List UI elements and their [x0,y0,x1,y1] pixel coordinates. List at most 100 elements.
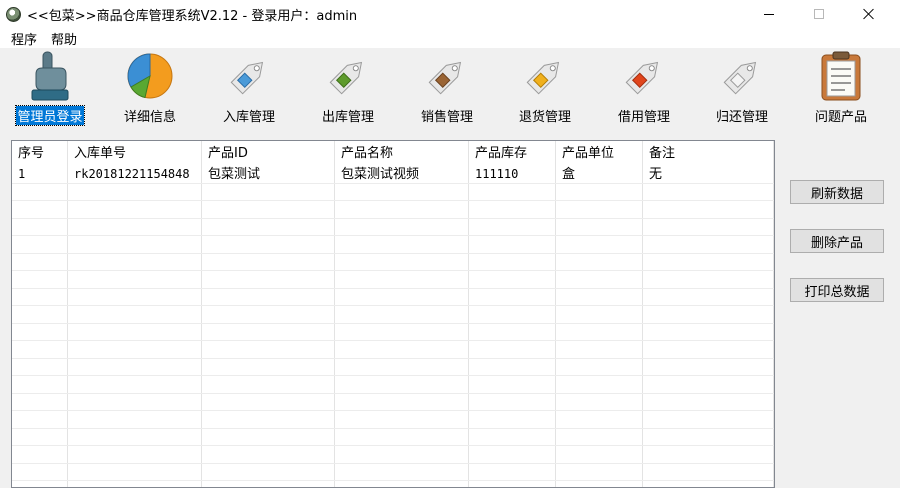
empty-table-cell [335,446,469,463]
empty-table-cell [12,428,68,445]
app-icon [6,7,21,22]
empty-table-cell [68,463,202,480]
empty-table-cell [643,236,774,253]
column-header[interactable]: 备注 [643,141,774,166]
toolbar-sales[interactable]: 销售管理 [402,50,492,126]
empty-table-cell [202,218,335,235]
empty-table-cell [202,428,335,445]
print-all-data-button[interactable]: 打印总数据 [790,278,884,302]
empty-table-cell [469,411,556,428]
empty-table-cell [68,201,202,218]
empty-table-cell [556,271,643,288]
empty-table-cell [643,463,774,480]
empty-table-cell [643,358,774,375]
refresh-data-button[interactable]: 刷新数据 [790,180,884,204]
minimize-button[interactable] [746,0,792,28]
menu-bar: 程序 帮助 [0,28,900,48]
empty-table-cell [202,253,335,270]
empty-table-cell [556,236,643,253]
toolbar-label: 借用管理 [617,110,670,125]
empty-table-cell [68,446,202,463]
toolbar-label: 问题产品 [814,110,867,125]
toolbar-outbound[interactable]: 出库管理 [303,50,393,126]
empty-table-cell [469,236,556,253]
empty-table-cell [556,218,643,235]
column-header[interactable]: 产品ID [202,141,335,166]
empty-table-cell [643,428,774,445]
toolbar-giveback[interactable]: 归还管理 [697,50,787,126]
empty-table-cell [68,481,202,487]
empty-table-cell [12,271,68,288]
empty-table-cell [202,236,335,253]
empty-table-cell [643,411,774,428]
empty-table-cell [202,358,335,375]
empty-table-cell [335,201,469,218]
empty-table-cell [202,306,335,323]
toolbar-returns[interactable]: 退货管理 [500,50,590,126]
empty-table-cell [202,288,335,305]
empty-table-cell [12,183,68,200]
empty-table-cell [643,306,774,323]
table-cell: 盒 [556,166,643,183]
toolbar: 管理员登录 详细信息 入库管理 出库管理 销售管理 退货管理 借用管理 归还管理… [0,48,900,132]
empty-table-cell [202,341,335,358]
empty-table-cell [12,341,68,358]
empty-table-cell [643,481,774,487]
empty-table-cell [12,446,68,463]
tag-green-icon [322,50,374,102]
menu-item-help[interactable]: 帮助 [44,29,84,48]
empty-table-cell [12,236,68,253]
toolbar-inbound[interactable]: 入库管理 [204,50,294,126]
empty-table-cell [68,183,202,200]
tag-yellow-icon [519,50,571,102]
maximize-icon [814,9,824,19]
column-header[interactable]: 产品库存 [469,141,556,166]
toolbar-label: 归还管理 [715,110,768,125]
toolbar-borrow[interactable]: 借用管理 [599,50,689,126]
empty-table-cell [556,376,643,393]
column-header[interactable]: 产品单位 [556,141,643,166]
empty-table-cell [202,481,335,487]
empty-table-cell [335,288,469,305]
table-row[interactable]: 1 rk20181221154848 包菜测试 包菜测试视频 111110 盒 … [12,166,774,184]
empty-table-cell [202,411,335,428]
empty-table-cell [68,393,202,410]
inventory-table[interactable]: 序号 入库单号 产品ID 产品名称 产品库存 产品单位 备注 1 rk20181… [11,140,775,488]
toolbar-label: 入库管理 [222,110,275,125]
empty-table-cell [643,446,774,463]
close-button[interactable] [846,0,892,28]
toolbar-problem-products[interactable]: 问题产品 [796,50,886,126]
empty-table-cell [335,376,469,393]
toolbar-label: 出库管理 [321,110,374,125]
empty-table-cell [335,183,469,200]
toolbar-admin-login[interactable]: 管理员登录 [5,50,95,126]
empty-table-cell [202,463,335,480]
window-title: <<包菜>>商品仓库管理系统V2.12 - 登录用户：admin [27,9,358,24]
column-header[interactable]: 序号 [12,141,68,166]
toolbar-details[interactable]: 详细信息 [105,50,195,126]
empty-table-cell [556,428,643,445]
empty-table-cell [469,428,556,445]
empty-table-cell [556,411,643,428]
empty-table-row [12,446,774,464]
empty-table-cell [469,358,556,375]
menu-item-program[interactable]: 程序 [4,29,44,48]
empty-table-row [12,288,774,306]
empty-table-cell [12,218,68,235]
empty-table-cell [68,358,202,375]
empty-table-cell [556,358,643,375]
empty-table-cell [556,341,643,358]
empty-table-cell [335,481,469,487]
empty-table-cell [643,288,774,305]
empty-table-cell [12,481,68,487]
tag-white-icon [716,50,768,102]
column-header[interactable]: 入库单号 [68,141,202,166]
maximize-button[interactable] [796,0,842,28]
empty-table-cell [643,183,774,200]
delete-product-button[interactable]: 删除产品 [790,229,884,253]
empty-table-cell [469,288,556,305]
column-header[interactable]: 产品名称 [335,141,469,166]
toolbar-label: 详细信息 [123,110,176,125]
empty-table-cell [469,481,556,487]
admin-hand-icon [24,50,76,102]
